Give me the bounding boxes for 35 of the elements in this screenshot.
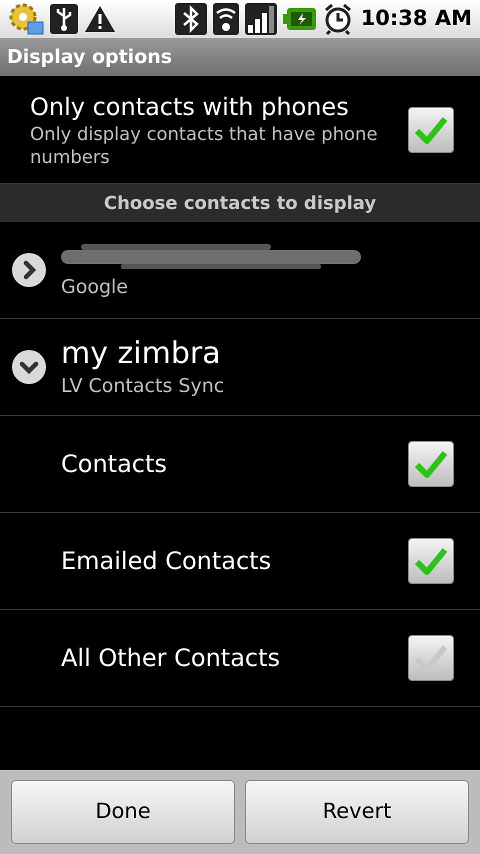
action-button[interactable]: Revert bbox=[245, 780, 469, 844]
account-row[interactable]: my zimbra LV Contacts Sync bbox=[0, 319, 480, 416]
battery-icon bbox=[282, 7, 317, 31]
clock: 10:38 AM bbox=[360, 5, 472, 32]
checkbox[interactable] bbox=[408, 106, 454, 152]
account-type: Google bbox=[61, 275, 130, 300]
checkmark-icon bbox=[414, 114, 448, 144]
group-row[interactable]: All Other Contacts bbox=[0, 610, 480, 707]
setting-summary: Only display contacts that have phone numbers bbox=[30, 122, 379, 168]
action-button[interactable]: Done bbox=[11, 780, 235, 844]
signal-icon bbox=[244, 3, 277, 35]
checkmark-icon bbox=[414, 449, 448, 479]
expand-icon[interactable] bbox=[11, 252, 47, 288]
group-label: Emailed Contacts bbox=[61, 546, 272, 577]
collapse-icon[interactable] bbox=[11, 349, 47, 385]
section-title: Choose contacts to display bbox=[104, 192, 376, 216]
bluetooth-icon bbox=[174, 3, 207, 35]
group-label: Contacts bbox=[61, 449, 168, 480]
group-row[interactable]: Emailed Contacts bbox=[0, 513, 480, 610]
checkbox[interactable] bbox=[408, 538, 454, 584]
account-name: my zimbra bbox=[61, 335, 222, 373]
alarm-clock-icon bbox=[322, 3, 353, 35]
setting-title: Only contacts with phones bbox=[30, 92, 350, 122]
checkmark-icon bbox=[414, 546, 448, 576]
usb-icon bbox=[50, 4, 78, 34]
account-row[interactable]: Google bbox=[0, 222, 480, 319]
group-row[interactable]: Contacts bbox=[0, 416, 480, 513]
checkbox[interactable] bbox=[408, 635, 454, 681]
wifi-icon bbox=[212, 3, 239, 35]
account-type: LV Contacts Sync bbox=[61, 374, 224, 399]
window-title: Display options bbox=[7, 44, 172, 70]
checkbox[interactable] bbox=[408, 441, 454, 487]
warning-icon bbox=[84, 5, 116, 33]
gear-icon bbox=[8, 2, 44, 36]
group-label: All Other Contacts bbox=[61, 643, 282, 674]
